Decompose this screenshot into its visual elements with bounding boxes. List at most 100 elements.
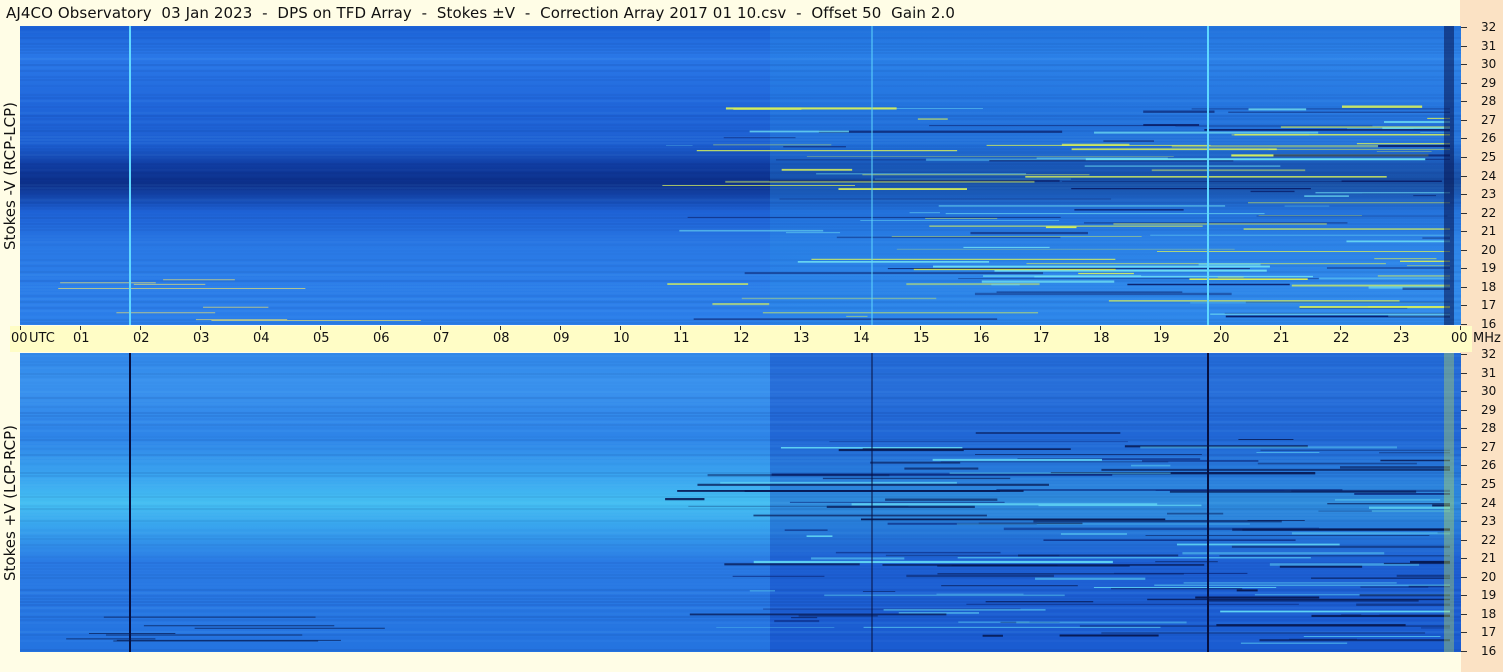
time-tick-label: 01 bbox=[73, 331, 90, 346]
frequency-tick bbox=[1461, 372, 1467, 374]
frequency-tick-label: 25 bbox=[1481, 149, 1497, 164]
frequency-tick-label: 20 bbox=[1481, 242, 1497, 257]
time-tick-label: MHz bbox=[1473, 331, 1501, 346]
time-tick bbox=[1460, 326, 1461, 330]
time-tick-label: 00 bbox=[1451, 331, 1468, 346]
frequency-tick bbox=[1461, 409, 1467, 411]
edge-column bbox=[1444, 26, 1454, 325]
frequency-tick-label: 24 bbox=[1481, 168, 1497, 183]
frequency-tick bbox=[1461, 27, 1467, 28]
top-ylabel-area: Stokes -V (RCP-LCP) bbox=[0, 26, 20, 325]
time-tick-label: 14 bbox=[853, 331, 870, 346]
frequency-tick-label: 19 bbox=[1481, 261, 1497, 276]
time-tick-label: 13 bbox=[793, 331, 810, 346]
frequency-tick-label: 30 bbox=[1481, 57, 1497, 72]
frequency-tick-label: 22 bbox=[1481, 532, 1497, 547]
bottom-ylabel-area: Stokes +V (LCP-RCP) bbox=[0, 353, 20, 652]
time-tick-label: 20 bbox=[1213, 331, 1230, 346]
frequency-tick-label: 16 bbox=[1481, 317, 1497, 331]
spectrogram-top-overlay bbox=[20, 26, 1461, 325]
frequency-tick bbox=[1461, 45, 1467, 47]
time-tick-label: 19 bbox=[1153, 331, 1170, 346]
time-tick bbox=[380, 326, 381, 330]
time-tick-label: 16 bbox=[973, 331, 990, 346]
frequency-tick-label: 32 bbox=[1481, 347, 1497, 361]
frequency-tick bbox=[1461, 231, 1467, 233]
time-tick-label: 09 bbox=[553, 331, 570, 346]
bottom-panel-label: Stokes +V (LCP-RCP) bbox=[1, 425, 19, 581]
time-tick bbox=[260, 326, 261, 330]
frequency-tick bbox=[1461, 391, 1467, 393]
time-tick-label: 02 bbox=[133, 331, 150, 346]
time-tick bbox=[1280, 326, 1281, 330]
frequency-tick-label: 27 bbox=[1481, 439, 1497, 454]
frequency-tick-label: 23 bbox=[1481, 514, 1497, 529]
frequency-tick-label: 26 bbox=[1481, 458, 1497, 473]
frequency-tick-label: 25 bbox=[1481, 476, 1497, 491]
time-tick-label: 07 bbox=[433, 331, 450, 346]
frequency-tick-label: 21 bbox=[1481, 224, 1497, 239]
spectrogram-top-panel bbox=[20, 26, 1461, 325]
time-tick-label: 18 bbox=[1093, 331, 1110, 346]
frequency-tick-label: 22 bbox=[1481, 205, 1497, 220]
frequency-tick bbox=[1461, 268, 1467, 270]
time-tick-label: 22 bbox=[1333, 331, 1350, 346]
frequency-tick-label: 29 bbox=[1481, 75, 1497, 90]
frequency-tick bbox=[1461, 249, 1467, 251]
time-tick-label: 03 bbox=[193, 331, 210, 346]
frequency-tick-label: 31 bbox=[1481, 365, 1497, 380]
frequency-tick bbox=[1461, 82, 1467, 84]
edge-column bbox=[1444, 353, 1454, 652]
frequency-tick bbox=[1461, 156, 1467, 158]
frequency-tick-label: 28 bbox=[1481, 94, 1497, 109]
top-panel-label: Stokes -V (RCP-LCP) bbox=[1, 102, 19, 250]
frequency-tick bbox=[1461, 305, 1467, 307]
frequency-tick bbox=[1461, 64, 1467, 66]
time-tick-label: 17 bbox=[1033, 331, 1050, 346]
time-tick bbox=[680, 326, 681, 330]
time-tick-label: 21 bbox=[1273, 331, 1290, 346]
frequency-tick bbox=[1461, 613, 1467, 615]
time-tick bbox=[980, 326, 981, 330]
frequency-tick-label: 20 bbox=[1481, 569, 1497, 584]
frequency-tick bbox=[1461, 521, 1467, 523]
frequency-tick-label: 29 bbox=[1481, 402, 1497, 417]
frequency-tick-label: 32 bbox=[1481, 20, 1497, 34]
frequency-tick-label: 17 bbox=[1481, 625, 1497, 640]
time-tick bbox=[560, 326, 561, 330]
time-tick bbox=[1340, 326, 1341, 330]
time-tick-label: UTC bbox=[29, 331, 55, 346]
time-tick bbox=[740, 326, 741, 330]
frequency-tick bbox=[1461, 558, 1467, 560]
time-tick bbox=[140, 326, 141, 330]
frequency-tick bbox=[1461, 651, 1467, 652]
frequency-tick-label: 19 bbox=[1481, 588, 1497, 603]
frequency-tick-label: 23 bbox=[1481, 187, 1497, 202]
time-tick bbox=[860, 326, 861, 330]
frequency-tick bbox=[1461, 175, 1467, 177]
frequency-tick bbox=[1461, 632, 1467, 634]
time-tick bbox=[620, 326, 621, 330]
page-title: AJ4CO Observatory 03 Jan 2023 - DPS on T… bbox=[0, 0, 1460, 26]
time-tick-label: 05 bbox=[313, 331, 330, 346]
time-tick bbox=[1100, 326, 1101, 330]
frequency-tick-label: 26 bbox=[1481, 131, 1497, 146]
time-tick bbox=[200, 326, 201, 330]
frequency-tick-label: 31 bbox=[1481, 38, 1497, 53]
frequency-tick-label: 24 bbox=[1481, 495, 1497, 510]
frequency-tick bbox=[1461, 138, 1467, 140]
time-tick-label: 23 bbox=[1393, 331, 1410, 346]
frequency-tick bbox=[1461, 354, 1467, 355]
time-tick-label: 10 bbox=[613, 331, 630, 346]
time-tick-label: 12 bbox=[733, 331, 750, 346]
time-tick bbox=[20, 326, 21, 330]
frequency-tick bbox=[1461, 595, 1467, 597]
time-tick-label: 04 bbox=[253, 331, 270, 346]
frequency-tick-label: 17 bbox=[1481, 298, 1497, 313]
frequency-tick-label: 18 bbox=[1481, 606, 1497, 621]
frequency-tick-label: 21 bbox=[1481, 551, 1497, 566]
time-tick-label: 15 bbox=[913, 331, 930, 346]
frequency-tick bbox=[1461, 502, 1467, 504]
frequency-tick bbox=[1461, 101, 1467, 103]
frequency-tick bbox=[1461, 286, 1467, 288]
